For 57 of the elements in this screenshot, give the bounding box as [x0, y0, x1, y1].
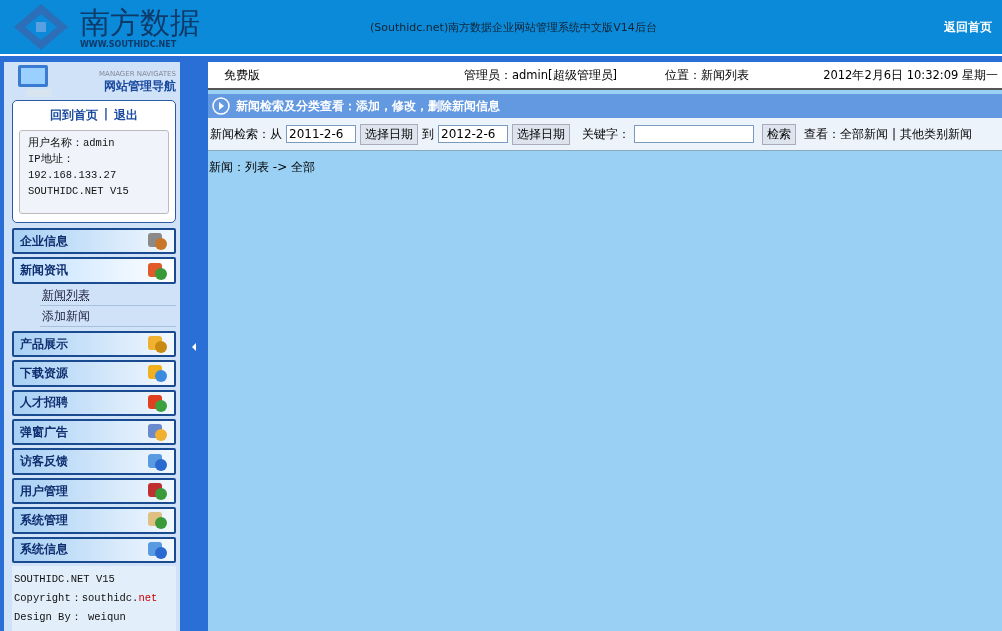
nav-section[interactable]: 产品展示	[12, 330, 176, 358]
logo-name: 南方数据	[80, 5, 200, 40]
user-info-line: 192.168.133.27	[28, 168, 118, 183]
page-title: (Southidc.net)南方数据企业网站管理系统中文版V14后台	[370, 19, 658, 35]
separator: |	[892, 127, 897, 141]
keyword-field[interactable]	[634, 125, 754, 143]
app-icon	[146, 539, 168, 560]
keyword-label: 关键字：	[582, 125, 630, 143]
nav-section[interactable]: 系统管理	[12, 507, 176, 534]
home-link[interactable]: 返回首页	[944, 18, 992, 36]
nav-subitem[interactable]: 新闻列表	[40, 284, 176, 306]
footer-line: Design By： weiqun	[14, 610, 127, 626]
date-field[interactable]: 2012-2-6	[438, 125, 508, 143]
pick-date-button[interactable]: 选择日期	[512, 123, 570, 145]
app-icon	[146, 481, 168, 502]
nav-subitem[interactable]: 添加新闻	[40, 305, 176, 327]
user-info-line: 用户名称：admin	[28, 136, 116, 151]
app-icon	[146, 260, 168, 281]
search-button[interactable]: 检索	[762, 123, 796, 145]
nav-link[interactable]: 退出	[114, 107, 139, 124]
datetime-label: 2012年2月6日 10:32:09 星期一	[823, 67, 998, 83]
nav-section[interactable]: 人才招聘	[12, 389, 176, 417]
caption-title: 网站管理导航	[104, 77, 176, 95]
to-label: 到	[422, 125, 434, 143]
nav-section[interactable]: 用户管理	[12, 477, 176, 505]
play-icon	[212, 97, 230, 115]
user-info-line: SOUTHIDC.NET V15	[28, 184, 130, 199]
separator: |	[103, 107, 109, 123]
date-field[interactable]: 2011-2-6	[286, 125, 356, 143]
footer-line: SOUTHIDC.NET V15	[14, 572, 116, 588]
nav-section[interactable]: 弹窗广告	[12, 419, 176, 446]
app-icon	[146, 231, 168, 252]
nav-section[interactable]: 新闻资讯	[12, 257, 176, 284]
search-label: 新闻检索：从	[210, 125, 282, 143]
app-icon	[146, 422, 168, 443]
pick-date-button[interactable]: 选择日期	[360, 123, 418, 145]
nav-link[interactable]: 回到首页	[49, 107, 98, 124]
admin-label: 管理员：admin[超级管理员]	[464, 67, 617, 83]
logo-url: WWW.SOUTHIDC.NET	[80, 39, 178, 49]
nav-section[interactable]: 下载资源	[12, 360, 176, 387]
user-info-line: IP地址：	[28, 152, 75, 167]
collapse-arrow-icon[interactable]	[192, 342, 196, 351]
footer-line: Copyright：southidc.net	[14, 591, 159, 607]
panel-title: 新闻检索及分类查看：添加，修改，删除新闻信息	[236, 97, 500, 115]
app-icon	[146, 363, 168, 384]
location-label: 位置：新闻列表	[665, 67, 750, 83]
app-icon	[146, 510, 168, 531]
app-icon	[146, 451, 168, 472]
all-news-link[interactable]: 查看：全部新闻	[804, 125, 888, 143]
nav-section[interactable]: 访客反馈	[12, 448, 176, 475]
nav-section[interactable]: 系统信息	[12, 536, 176, 564]
app-icon	[146, 334, 168, 354]
breadcrumb: 新闻：列表 -> 全部	[208, 159, 316, 176]
nav-section[interactable]: 企业信息	[12, 228, 176, 255]
app-icon	[146, 392, 168, 413]
edition-label: 免费版	[224, 67, 261, 83]
other-news-link[interactable]: 其他类别新闻	[900, 125, 973, 143]
